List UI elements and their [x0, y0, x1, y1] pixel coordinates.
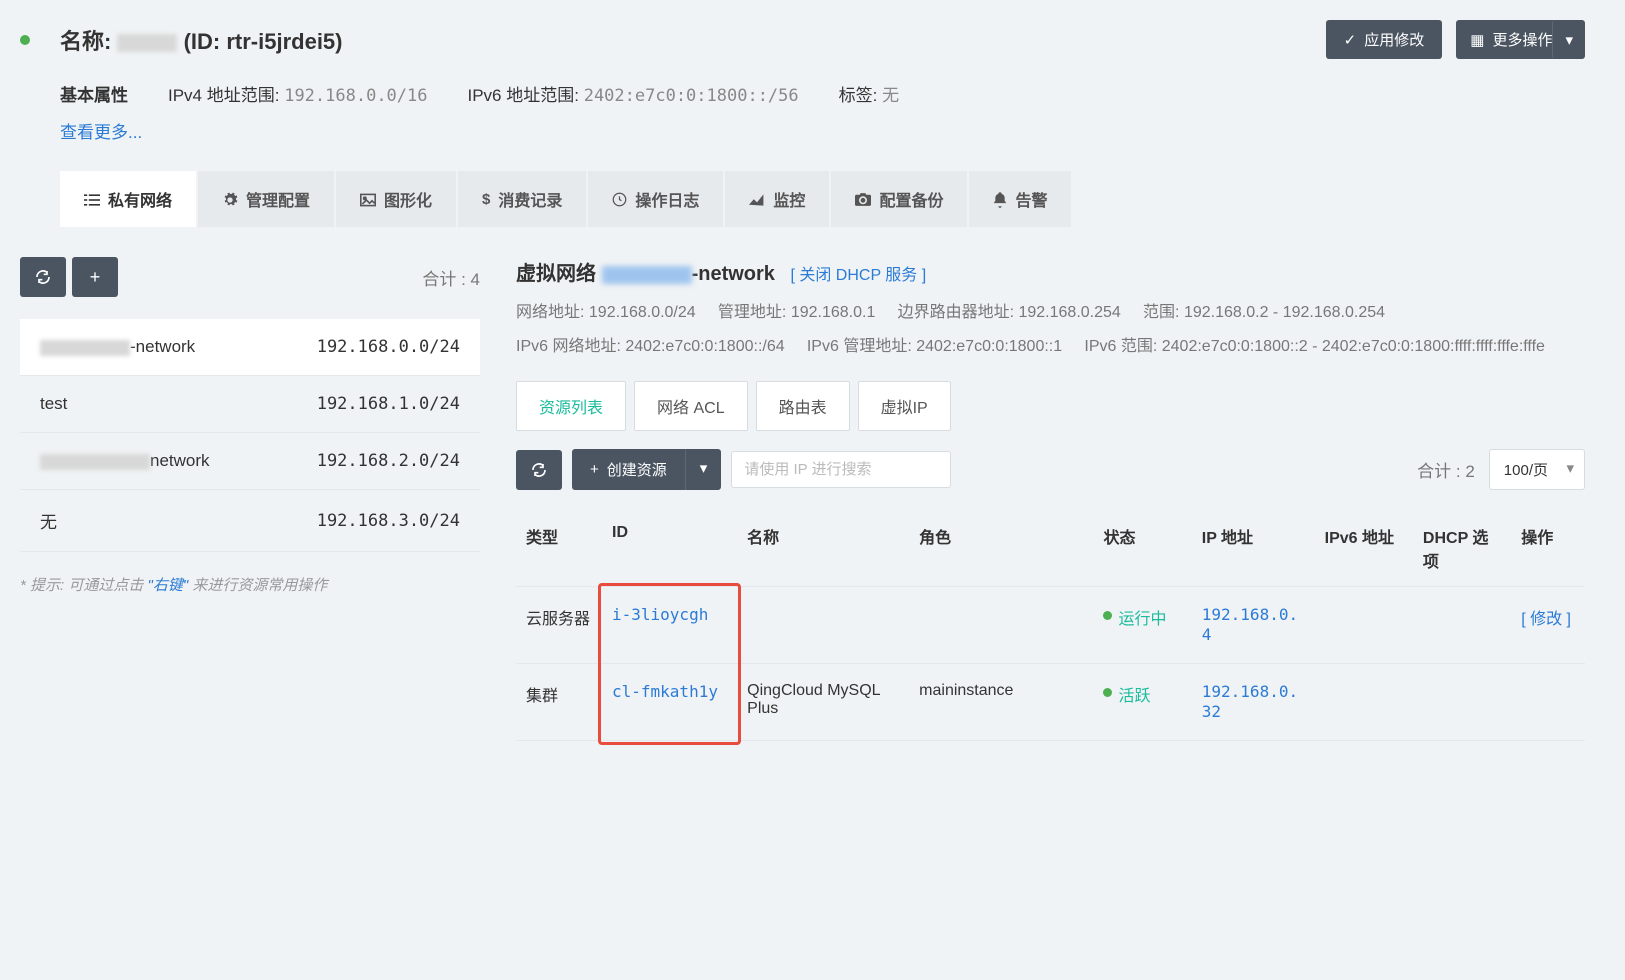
cell-ip: 192.168.0.4	[1192, 587, 1315, 664]
sub-tab-虚拟IP[interactable]: 虚拟IP	[858, 381, 951, 431]
dhcp-toggle-link[interactable]: [ 关闭 DHCP 服务 ]	[790, 267, 926, 284]
grid-icon: ▦	[1470, 31, 1484, 49]
create-resource-button[interactable]: + 创建资源	[572, 449, 685, 490]
modify-link[interactable]: [ 修改 ]	[1521, 611, 1571, 628]
camera-icon	[855, 191, 871, 208]
check-icon: ✓	[1344, 31, 1357, 49]
cell-name	[737, 587, 909, 664]
ip-link[interactable]: 192.168.0.32	[1202, 682, 1298, 721]
basic-attrs-label: 基本属性	[60, 81, 128, 106]
dollar-icon: $	[482, 191, 490, 208]
tab-管理配置[interactable]: 管理配置	[198, 171, 334, 227]
cell-name: QingCloud MySQL Plus	[737, 664, 909, 741]
cell-ipv6	[1315, 664, 1413, 741]
status-dot	[1103, 688, 1112, 697]
tab-监控[interactable]: 监控	[725, 171, 829, 227]
col-名称: 名称	[737, 510, 909, 587]
network-info: 网络地址: 192.168.0.0/24 管理地址: 192.168.0.1 边…	[516, 296, 1585, 363]
plus-icon: +	[590, 461, 599, 478]
cell-dhcp	[1413, 587, 1511, 664]
col-操作: 操作	[1511, 510, 1585, 587]
bell-icon	[993, 190, 1007, 207]
cell-ipv6	[1315, 587, 1413, 664]
table-row: 云服务器 i-3lioycgh 运行中 192.168.0.4 [ 修改 ]	[516, 587, 1585, 664]
right-total: 合计 : 2	[1417, 457, 1475, 482]
cell-id: cl-fmkath1y	[602, 664, 737, 741]
tag-field: 标签: 无	[839, 81, 899, 106]
tab-告警[interactable]: 告警	[969, 171, 1071, 227]
resource-id-link[interactable]: i-3lioycgh	[612, 605, 708, 624]
refresh-icon	[35, 269, 51, 285]
sub-tab-资源列表[interactable]: 资源列表	[516, 381, 626, 431]
hint-text: * 提示: 可通过点击 "右键" 来进行资源常用操作	[20, 574, 480, 595]
plus-icon: +	[90, 267, 101, 288]
ip-link[interactable]: 192.168.0.4	[1202, 605, 1298, 644]
cell-action: [ 修改 ]	[1511, 587, 1585, 664]
page-title: 名称: (ID: rtr-i5jrdei5)	[60, 24, 343, 56]
left-total: 合计 : 4	[422, 265, 480, 290]
network-item[interactable]: network192.168.2.0/24	[20, 433, 480, 490]
table-row: 集群 cl-fmkath1y QingCloud MySQL Plusmainins…	[516, 664, 1585, 741]
chevron-down-icon: ▾	[700, 460, 708, 477]
col-ID: ID	[602, 510, 737, 587]
status-indicator	[20, 35, 30, 45]
detail-title: 虚拟网络 -network [ 关闭 DHCP 服务 ]	[516, 257, 1585, 286]
status-dot	[1103, 611, 1112, 620]
tab-消费记录[interactable]: $消费记录	[458, 171, 586, 227]
search-input[interactable]	[731, 451, 951, 488]
col-类型: 类型	[516, 510, 602, 587]
cell-type: 集群	[516, 664, 602, 741]
more-actions-button[interactable]: ▦ 更多操作	[1456, 20, 1566, 59]
page-size-select[interactable]: 100/页	[1489, 449, 1585, 490]
col-DHCP 选项: DHCP 选项	[1413, 510, 1511, 587]
sub-tabs: 资源列表网络 ACL路由表虚拟IP	[516, 381, 1585, 431]
apply-button[interactable]: ✓ 应用修改	[1326, 20, 1443, 59]
create-resource-caret[interactable]: ▾	[685, 449, 722, 490]
cell-id: i-3lioycgh	[602, 587, 737, 664]
sub-tab-路由表[interactable]: 路由表	[756, 381, 850, 431]
col-角色: 角色	[909, 510, 1093, 587]
cell-status: 运行中	[1093, 587, 1191, 664]
image-icon	[360, 191, 376, 208]
chart-icon	[749, 191, 765, 208]
more-actions-caret[interactable]: ▾	[1552, 20, 1585, 59]
tab-私有网络[interactable]: 私有网络	[60, 171, 196, 227]
sub-tab-网络 ACL[interactable]: 网络 ACL	[634, 381, 748, 431]
refresh-icon	[531, 462, 547, 478]
col-状态: 状态	[1093, 510, 1191, 587]
cell-dhcp	[1413, 664, 1511, 741]
ipv4-range: IPv4 地址范围: 192.168.0.0/16	[168, 81, 428, 106]
add-button[interactable]: +	[72, 257, 118, 297]
cell-action	[1511, 664, 1585, 741]
refresh-resources-button[interactable]	[516, 450, 562, 490]
chevron-down-icon: ▾	[1565, 31, 1573, 49]
cell-type: 云服务器	[516, 587, 602, 664]
cell-ip: 192.168.0.32	[1192, 664, 1315, 741]
network-item[interactable]: -network192.168.0.0/24	[20, 319, 480, 376]
network-list: -network192.168.0.0/24test192.168.1.0/24…	[20, 319, 480, 552]
tab-图形化[interactable]: 图形化	[336, 171, 456, 227]
network-item[interactable]: 无192.168.3.0/24	[20, 490, 480, 552]
main-tabs: 私有网络管理配置图形化$消费记录操作日志监控配置备份告警	[60, 171, 1585, 227]
resource-id-link[interactable]: cl-fmkath1y	[612, 682, 718, 701]
refresh-button[interactable]	[20, 257, 66, 297]
ipv6-range: IPv6 地址范围: 2402:e7c0:0:1800::/56	[468, 81, 799, 106]
cell-role	[909, 587, 1093, 664]
cell-status: 活跃	[1093, 664, 1191, 741]
resource-table: 类型ID名称角色状态IP 地址IPv6 地址DHCP 选项操作 云服务器 i-3l…	[516, 510, 1585, 741]
network-item[interactable]: test192.168.1.0/24	[20, 376, 480, 433]
col-IPv6 地址: IPv6 地址	[1315, 510, 1413, 587]
cell-role: maininstance	[909, 664, 1093, 741]
see-more-link[interactable]: 查看更多...	[60, 118, 1585, 143]
tab-操作日志[interactable]: 操作日志	[588, 171, 723, 227]
gear-icon	[222, 190, 238, 207]
clock-icon	[612, 191, 627, 208]
list-icon	[84, 191, 100, 208]
tab-配置备份[interactable]: 配置备份	[831, 171, 967, 227]
col-IP 地址: IP 地址	[1192, 510, 1315, 587]
